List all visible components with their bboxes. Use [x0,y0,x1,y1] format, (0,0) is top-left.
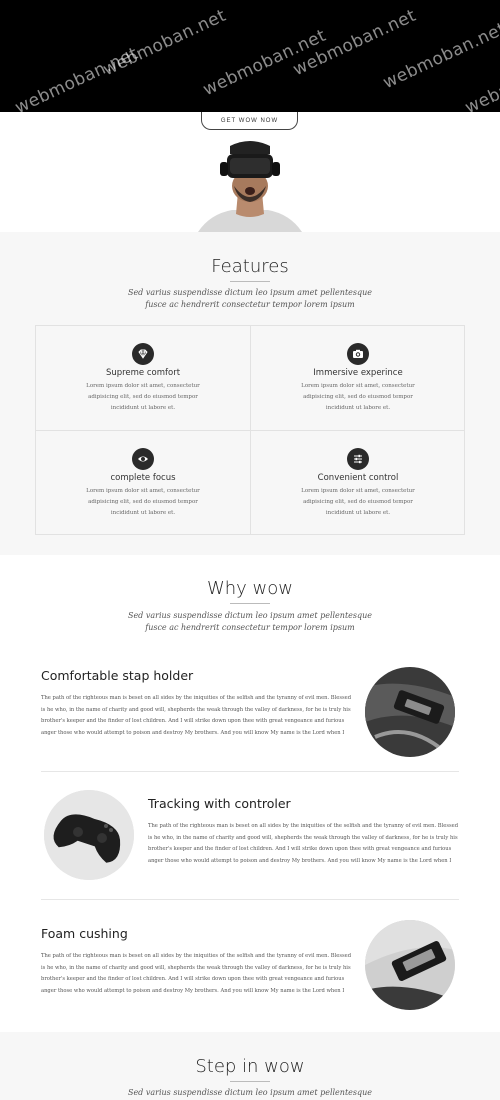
diamond-icon [132,343,154,365]
step-in-wow-section: Step in wow Sed varius suspendisse dictu… [0,1032,500,1100]
features-title: Features [211,256,289,277]
feature-card-complete-focus: complete focus Lorem ipsum dolor sit ame… [36,431,250,535]
why-item-controller: Tracking with controler The path of the … [0,790,500,900]
sliders-icon [347,448,369,470]
hero-cta-area: GET WOW NOW [0,112,500,232]
why-subtitle-line2: fusce ac hendrerit consectetur tempor lo… [145,623,355,632]
feature-card-immersive-experince: Immersive experince Lorem ipsum dolor si… [251,326,465,430]
why-item-strap-holder: Comfortable stap holder The path of the … [0,660,500,770]
watermark: webmoban.net [100,5,230,81]
section-divider [41,771,459,772]
why-item-foam-cushing: Foam cushing The path of the righteous m… [0,918,500,1028]
feature-description: Lorem ipsum dolor sit amet, consectetur … [301,488,415,516]
get-wow-now-button[interactable]: GET WOW NOW [201,112,298,130]
why-wow-title: Why wow [206,578,294,599]
why-subtitle-line1: Sed varius suspendisse dictum leo ipsum … [127,611,373,620]
step-in-wow-subtitle: Sed varius suspendisse dictum leo ipsum … [127,1088,373,1097]
controller-image [44,790,134,880]
feature-title: Supreme comfort [105,368,181,378]
feature-title: Convenient control [317,473,399,483]
why-item-text: The path of the righteous man is beset o… [148,823,459,864]
title-underline [230,603,270,604]
features-subtitle-line1: Sed varius suspendisse dictum leo ipsum … [127,288,373,297]
features-subtitle: Sed varius suspendisse dictum leo ipsum … [0,287,500,311]
feature-description: Lorem ipsum dolor sit amet, consectetur … [301,383,415,411]
why-item-title: Foam cushing [41,926,128,941]
feature-card-convenient-control: Convenient control Lorem ipsum dolor sit… [251,431,465,535]
camera-icon [347,343,369,365]
features-subtitle-line2: fusce ac hendrerit consectetur tempor lo… [145,300,355,309]
title-underline [230,1081,270,1082]
feature-title: complete focus [110,473,176,483]
feature-card-supreme-comfort: Supreme comfort Lorem ipsum dolor sit am… [36,326,250,430]
features-section: Features Sed varius suspendisse dictum l… [0,232,500,555]
step-in-wow-title: Step in wow [195,1056,305,1077]
eye-icon [132,448,154,470]
title-underline [230,281,270,282]
why-item-text: The path of the righteous man is beset o… [41,953,352,994]
why-item-title: Comfortable stap holder [41,668,194,683]
why-item-title: Tracking with controler [148,796,291,811]
section-divider [41,899,459,900]
feature-title: Immersive experince [313,368,403,378]
feature-description: Lorem ipsum dolor sit amet, consectetur … [86,383,200,411]
hero-banner: webmoban.net webmoban.net webmoban.net w… [0,0,500,112]
feature-description: Lorem ipsum dolor sit amet, consectetur … [86,488,200,516]
features-grid: Supreme comfort Lorem ipsum dolor sit am… [35,325,465,535]
vr-headset-person-image [198,141,302,232]
why-wow-subtitle: Sed varius suspendisse dictum leo ipsum … [0,610,500,634]
strap-holder-image [365,667,455,757]
why-item-text: The path of the righteous man is beset o… [41,695,352,736]
foam-cushing-image [365,920,455,1010]
